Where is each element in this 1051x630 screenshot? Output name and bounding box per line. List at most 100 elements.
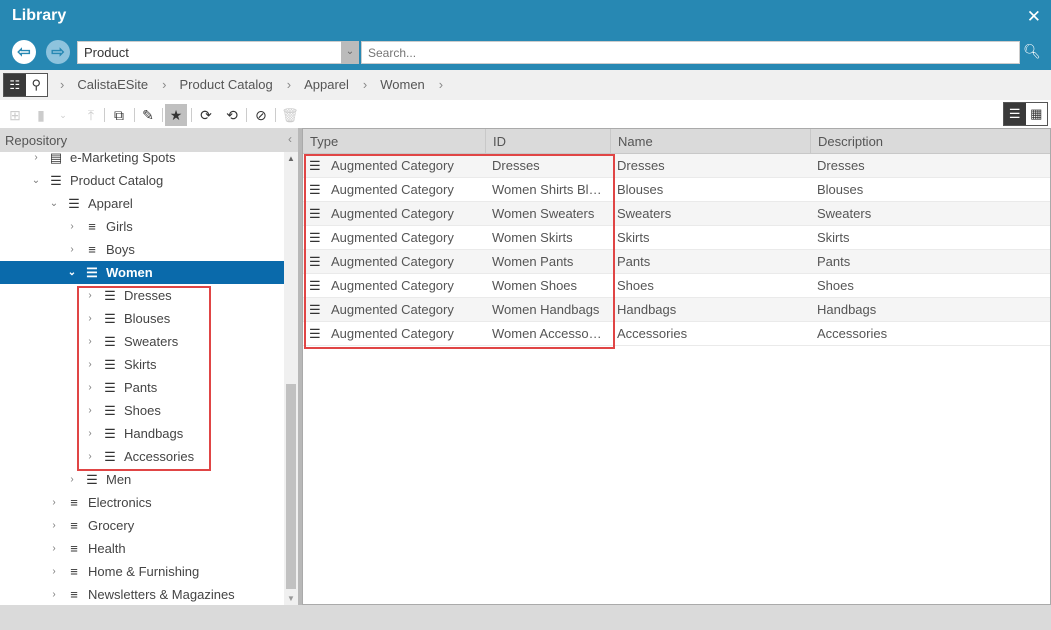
tree-node-label: Apparel (88, 196, 133, 211)
tree-node[interactable]: ⌄ ☰ Product Catalog (0, 169, 284, 192)
tree-node[interactable]: › ≡ Electronics (0, 491, 284, 514)
tree-node[interactable]: › ≡ Girls (0, 215, 284, 238)
augmented-category-icon: ☰ (86, 471, 98, 487)
column-header-name[interactable]: Name (611, 129, 811, 153)
breadcrumb-item[interactable]: Women (380, 77, 425, 92)
trash-icon[interactable]: 🗑︎ (279, 104, 301, 126)
cell-name: Sweaters (617, 206, 672, 221)
content-type-select[interactable]: Product (77, 41, 342, 64)
bookmark-star-icon[interactable]: ★ (165, 104, 187, 126)
cell-description: Blouses (817, 182, 864, 197)
status-bar (0, 605, 1051, 630)
chevron-down-icon[interactable]: ⌄ (48, 198, 60, 209)
breadcrumb-item[interactable]: CalistaESite (77, 77, 148, 92)
tree-node[interactable]: › ≡ Health (0, 537, 284, 560)
collapse-panel-icon[interactable]: ‹ (288, 132, 292, 146)
close-icon[interactable]: ✕ (1027, 7, 1041, 27)
title-bar: Library ✕ ⇦ ⇨ Product ⌄ 🔍︎ (0, 0, 1051, 70)
chevron-right-icon: › (286, 77, 292, 92)
tree-node-label: Women (106, 265, 153, 280)
sync-check-icon[interactable]: ⟲ (221, 104, 243, 126)
divider (104, 108, 105, 122)
search-icon[interactable]: ⚲ (25, 74, 47, 96)
table-header: Type ID Name Description (303, 129, 1050, 154)
back-button[interactable]: ⇦ (12, 40, 36, 64)
panel-title: Repository (5, 133, 68, 148)
chevron-right-icon[interactable]: › (48, 520, 60, 531)
cell-description: Pants (817, 254, 851, 269)
tree-node[interactable]: › ☰ Men (0, 468, 284, 491)
category-icon: ≡ (70, 541, 78, 556)
scroll-thumb[interactable] (286, 384, 296, 589)
tree-node-label: e-Marketing Spots (70, 150, 176, 165)
tree-node[interactable]: › ≡ Home & Furnishing (0, 560, 284, 583)
tree-node[interactable]: ⌄ ☰ Apparel (0, 192, 284, 215)
tree-node[interactable]: › ≡ Newsletters & Magazines (0, 583, 284, 605)
divider (162, 108, 163, 122)
cell-description: Skirts (817, 230, 850, 245)
tree-node-label: Grocery (88, 518, 135, 533)
chevron-right-icon: › (362, 77, 368, 92)
breadcrumb-item[interactable]: Apparel (304, 77, 349, 92)
tree-node-label: Home & Furnishing (88, 564, 200, 579)
scroll-up-icon[interactable]: ▲ (287, 154, 295, 163)
category-icon: ≡ (70, 518, 78, 533)
category-icon: ≡ (70, 564, 78, 579)
search-input[interactable] (361, 41, 1020, 64)
chevron-down-icon[interactable]: ⌄ (52, 104, 74, 126)
search-icon[interactable]: 🔍︎ (1022, 43, 1042, 63)
column-header-description[interactable]: Description (811, 129, 1050, 153)
divider (191, 108, 192, 122)
create-content-icon[interactable]: ▮ (30, 104, 52, 126)
cell-description: Accessories (817, 326, 888, 341)
tree-node[interactable]: › ≡ Grocery (0, 514, 284, 537)
cell-name: Handbags (617, 302, 677, 317)
cell-description: Handbags (817, 302, 877, 317)
tree-node[interactable]: › ≡ Boys (0, 238, 284, 261)
tree-search-toggle[interactable]: ☷ ⚲ (3, 73, 48, 97)
arrow-left-icon: ⇦ (17, 44, 31, 61)
arrow-right-icon: ⇨ (51, 44, 65, 61)
highlight-box (304, 154, 615, 349)
move-up-icon[interactable]: ⤒ (80, 104, 102, 126)
create-folder-icon[interactable]: ⊞ (4, 104, 26, 126)
tree-node[interactable]: ⌄ ☰ Women (0, 261, 284, 284)
chevron-down-icon[interactable]: ⌄ (66, 267, 78, 278)
chevron-right-icon[interactable]: › (66, 474, 78, 485)
column-header-id[interactable]: ID (486, 129, 611, 153)
window-title: Library (12, 7, 67, 24)
chevron-right-icon[interactable]: › (66, 244, 78, 255)
category-icon: ≡ (88, 242, 96, 257)
chevron-right-icon[interactable]: › (30, 152, 42, 163)
forward-button[interactable]: ⇨ (46, 40, 70, 64)
chevron-right-icon[interactable]: › (48, 543, 60, 554)
divider (246, 108, 247, 122)
chevron-right-icon[interactable]: › (48, 566, 60, 577)
cell-description: Shoes (817, 278, 854, 293)
breadcrumb-bar: ☷ ⚲ › CalistaESite › Product Catalog › A… (0, 70, 1051, 100)
augmented-category-icon: ☰ (68, 195, 80, 211)
chevron-right-icon[interactable]: › (48, 497, 60, 508)
tree-icon[interactable]: ☷ (4, 74, 26, 96)
scroll-down-icon[interactable]: ▼ (287, 594, 295, 603)
category-icon: ≡ (88, 219, 96, 234)
column-header-type[interactable]: Type (303, 129, 486, 153)
view-toggle[interactable]: ☰ ▦ (1003, 102, 1048, 126)
breadcrumb-item[interactable]: Product Catalog (180, 77, 273, 92)
tree-node-label: Product Catalog (70, 173, 164, 188)
grid-view-icon[interactable]: ▦ (1025, 103, 1047, 125)
tree-scrollbar[interactable]: ▲ ▼ (284, 152, 298, 605)
tree-node-label: Health (88, 541, 126, 556)
edit-icon[interactable]: ✎ (137, 104, 159, 126)
divider (275, 108, 276, 122)
list-view-icon[interactable]: ☰ (1004, 103, 1026, 125)
tree-node-label: Men (106, 472, 132, 487)
sync-icon[interactable]: ⟳ (195, 104, 217, 126)
unsync-icon[interactable]: ⊘ (250, 104, 272, 126)
chevron-right-icon[interactable]: › (66, 221, 78, 232)
category-icon: ≡ (70, 495, 78, 510)
chevron-down-icon[interactable]: ⌄ (30, 175, 42, 186)
chevron-right-icon[interactable]: › (48, 589, 60, 600)
copy-icon[interactable]: ⧉ (108, 104, 130, 126)
chevron-down-icon[interactable]: ⌄ (341, 41, 359, 64)
